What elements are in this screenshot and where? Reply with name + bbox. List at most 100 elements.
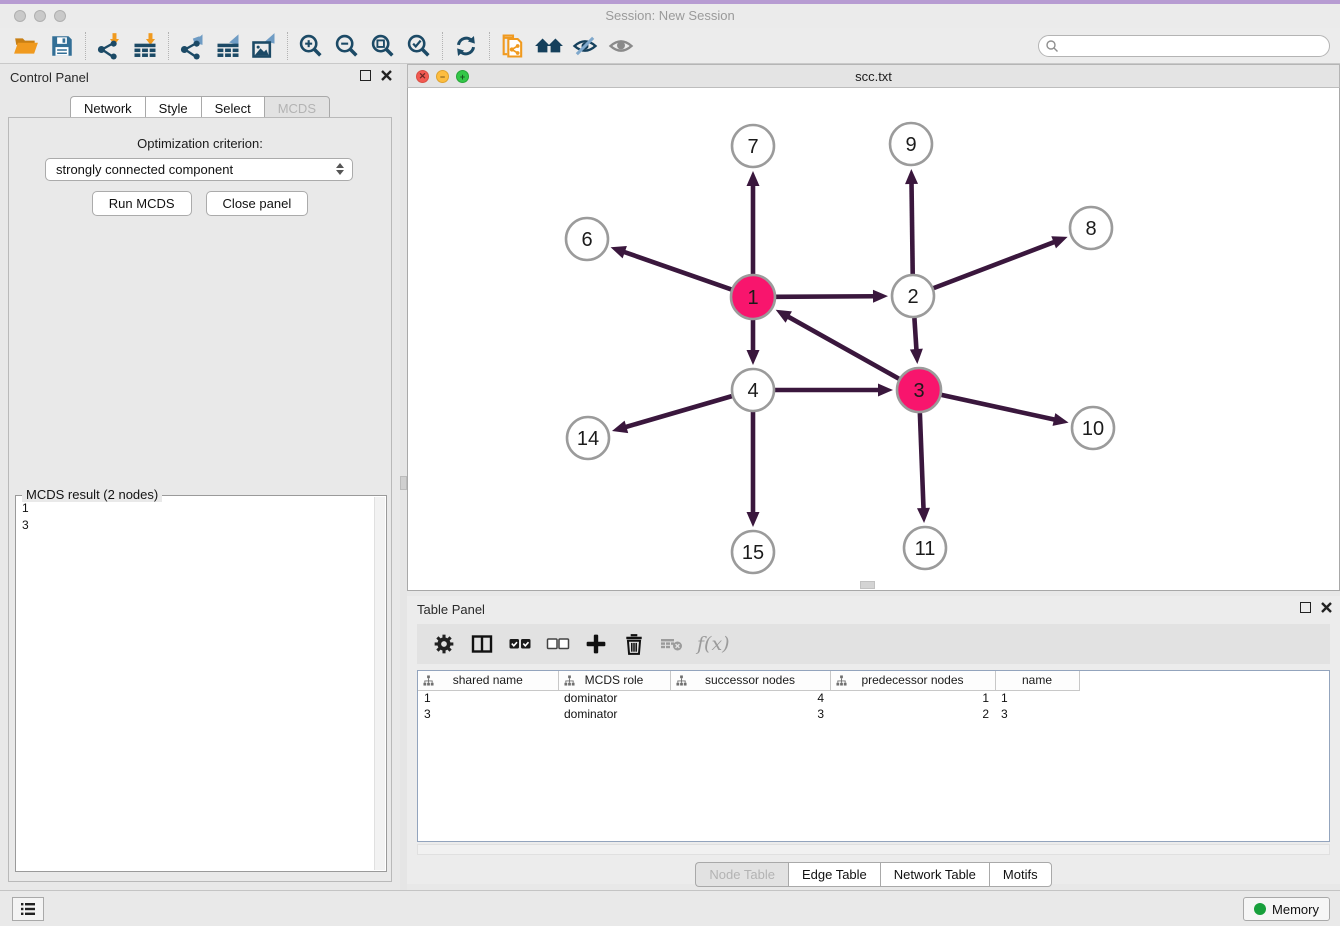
- column-header-predecessor-nodes[interactable]: predecessor nodes: [830, 671, 995, 690]
- close-panel-icon-button[interactable]: [381, 70, 392, 81]
- table-cell[interactable]: 3: [995, 706, 1079, 722]
- graph-edge-3-10[interactable]: [941, 395, 1055, 420]
- unselect-all-columns-button[interactable]: [541, 628, 575, 660]
- import-network-icon: [95, 32, 123, 60]
- graph-edge-2-3[interactable]: [914, 318, 916, 351]
- canvas-splitter-handle[interactable]: [860, 581, 875, 589]
- show-column-panel-button[interactable]: [465, 628, 499, 660]
- table-cell[interactable]: 1: [995, 690, 1079, 706]
- tab-network-table[interactable]: Network Table: [880, 862, 989, 887]
- tab-edge-table[interactable]: Edge Table: [788, 862, 880, 887]
- import-table-icon: [131, 32, 159, 60]
- graph-edge-2-9[interactable]: [912, 182, 913, 274]
- zoom-selected-button[interactable]: [401, 30, 437, 62]
- select-all-columns-button[interactable]: [503, 628, 537, 660]
- table-cell[interactable]: 2: [830, 706, 995, 722]
- table-toolbar: f(x): [417, 624, 1330, 664]
- tab-motifs[interactable]: Motifs: [989, 862, 1052, 887]
- hierarchy-icon: [423, 675, 434, 689]
- graph-edge-3-1[interactable]: [787, 316, 899, 379]
- graph-edge-arrowhead: [905, 169, 918, 184]
- graph-edge-2-8[interactable]: [934, 242, 1056, 289]
- float-panel-button[interactable]: [360, 70, 371, 81]
- save-session-button[interactable]: [44, 30, 80, 62]
- application-window: Session: New Session: [0, 0, 1340, 926]
- column-header-shared-name[interactable]: shared name: [418, 671, 558, 690]
- import-network-button[interactable]: [91, 30, 127, 62]
- export-network-button[interactable]: [174, 30, 210, 62]
- memory-label: Memory: [1272, 902, 1319, 917]
- table-cell[interactable]: 1: [830, 690, 995, 706]
- close-icon: [381, 70, 392, 81]
- mcds-result-text[interactable]: 1 3: [18, 500, 372, 869]
- close-table-panel-button[interactable]: [1321, 602, 1332, 613]
- graph-edge-1-2[interactable]: [776, 296, 875, 297]
- table-horizontal-scrollbar[interactable]: [417, 844, 1330, 855]
- double-home-icon: [534, 32, 564, 60]
- create-column-button[interactable]: [579, 628, 613, 660]
- home-networks-button[interactable]: [531, 30, 567, 62]
- refresh-view-button[interactable]: [448, 30, 484, 62]
- show-graphics-button[interactable]: [603, 30, 639, 62]
- run-mcds-button[interactable]: Run MCDS: [92, 191, 192, 216]
- tab-node-table[interactable]: Node Table: [695, 862, 788, 887]
- vertical-splitter[interactable]: [400, 64, 407, 890]
- export-table-button[interactable]: [210, 30, 246, 62]
- table-cell[interactable]: 3: [418, 706, 558, 722]
- control-panel-header: Control Panel: [0, 64, 400, 90]
- close-panel-button[interactable]: Close panel: [206, 191, 309, 216]
- zoom-in-icon: [297, 32, 325, 60]
- table-cell[interactable]: 1: [418, 690, 558, 706]
- table-row[interactable]: 3dominator323: [418, 706, 1329, 722]
- network-window-title: scc.txt: [408, 69, 1339, 84]
- column-header-successor-nodes[interactable]: successor nodes: [670, 671, 830, 690]
- table-cell[interactable]: 3: [670, 706, 830, 722]
- hide-graphics-button[interactable]: [567, 30, 603, 62]
- eye-icon: [607, 32, 635, 60]
- column-header-mcds-role[interactable]: MCDS role: [558, 671, 670, 690]
- save-floppy-icon: [49, 33, 75, 59]
- table-settings-button[interactable]: [427, 628, 461, 660]
- export-image-button[interactable]: [246, 30, 282, 62]
- delete-column-button[interactable]: [617, 628, 651, 660]
- folder-open-icon: [12, 33, 40, 59]
- graph-node-label-3: 3: [913, 380, 924, 402]
- row-filler: [1079, 690, 1329, 706]
- zoom-out-button[interactable]: [329, 30, 365, 62]
- import-table-button[interactable]: [127, 30, 163, 62]
- hierarchy-icon: [836, 675, 847, 689]
- clone-network-button[interactable]: [495, 30, 531, 62]
- graph-edge-3-11[interactable]: [920, 413, 924, 510]
- splitter-handle[interactable]: [400, 476, 407, 490]
- table-cell[interactable]: 4: [670, 690, 830, 706]
- graph-edge-arrowhead: [1051, 236, 1067, 248]
- memory-status-button[interactable]: Memory: [1243, 897, 1330, 921]
- network-window-titlebar[interactable]: ✕ − + scc.txt: [407, 64, 1340, 88]
- result-scrollbar[interactable]: [374, 497, 385, 870]
- column-header-name[interactable]: name: [995, 671, 1079, 690]
- graph-edge-arrowhead: [910, 349, 923, 364]
- zoom-fit-button[interactable]: [365, 30, 401, 62]
- table-cell[interactable]: dominator: [558, 690, 670, 706]
- plus-icon: [585, 633, 607, 655]
- search-input[interactable]: [1059, 37, 1329, 55]
- optimization-criterion-dropdown[interactable]: strongly connected component: [45, 158, 353, 181]
- float-table-panel-button[interactable]: [1300, 602, 1311, 613]
- table-row[interactable]: 1dominator411: [418, 690, 1329, 706]
- network-canvas[interactable]: 7968124314101511: [407, 88, 1340, 591]
- search-box[interactable]: [1038, 35, 1330, 57]
- graph-edge-1-6[interactable]: [623, 252, 731, 290]
- graph-edge-4-14[interactable]: [624, 396, 731, 427]
- network-graph[interactable]: 7968124314101511: [408, 88, 1339, 589]
- optimization-criterion-label: Optimization criterion:: [9, 136, 391, 151]
- open-session-button[interactable]: [8, 30, 44, 62]
- graph-node-label-14: 14: [577, 428, 599, 450]
- clone-network-icon: [499, 32, 527, 60]
- titlebar[interactable]: Session: New Session: [0, 4, 1340, 28]
- task-history-button[interactable]: [12, 897, 44, 921]
- table-cell[interactable]: dominator: [558, 706, 670, 722]
- zoom-in-button[interactable]: [293, 30, 329, 62]
- node-table[interactable]: shared name MCDS role succ: [417, 670, 1330, 842]
- graph-node-label-9: 9: [905, 134, 916, 156]
- graph-node-label-1: 1: [747, 287, 758, 309]
